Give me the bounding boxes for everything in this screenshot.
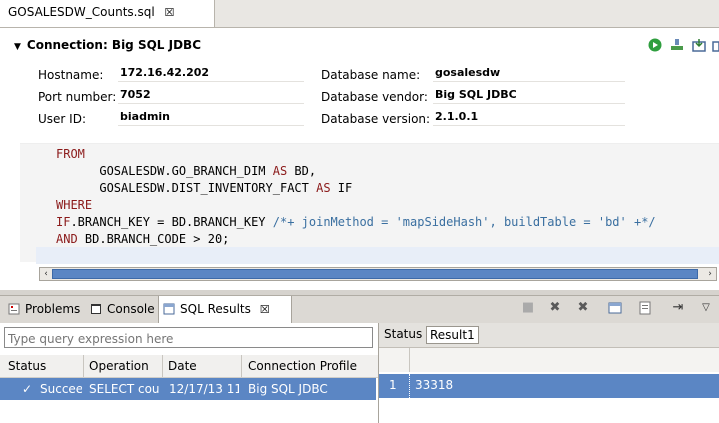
- tab-sql-results-label: SQL Results: [180, 302, 251, 316]
- port-label: Port number:: [38, 90, 117, 104]
- sql-text-area[interactable]: FROM GOSALESDW.GO_BRANCH_DIM AS BD, GOSA…: [20, 143, 719, 262]
- dbvendor-value: Big SQL JDBC: [433, 88, 625, 104]
- column-header-date[interactable]: Date: [168, 359, 197, 373]
- sql-keyword: FROM: [56, 147, 85, 161]
- sql-keyword: AS: [316, 181, 331, 195]
- sql-text: .BRANCH_KEY = BD.BRANCH_KEY: [70, 215, 273, 229]
- row-connection-profile: Big SQL JDBC: [248, 382, 328, 396]
- run-sql-icon[interactable]: [648, 38, 662, 52]
- column-header-connection-profile[interactable]: Connection Profile: [248, 359, 357, 373]
- sql-text: IF: [330, 181, 353, 195]
- collapse-triangle-icon[interactable]: ▼: [14, 42, 21, 52]
- sql-text: GOSALESDW.GO_BRANCH_DIM: [56, 164, 273, 178]
- sql-results-icon: [163, 303, 175, 315]
- sql-keyword: WHERE: [56, 198, 93, 212]
- remove-all-results-icon[interactable]: ✖: [575, 300, 591, 316]
- result-table-header: [379, 348, 719, 372]
- dbname-label: Database name:: [321, 68, 421, 82]
- tab-console-label: Console: [107, 302, 155, 316]
- sql-comment: /*+ joinMethod = 'mapSideHash', buildTab…: [272, 215, 656, 229]
- dbvendor-label: Database vendor:: [321, 90, 428, 104]
- column-header-status[interactable]: Status: [8, 359, 46, 373]
- row-operation: SELECT cou: [89, 382, 160, 396]
- sql-keyword: AND: [56, 232, 78, 246]
- scroll-left-icon[interactable]: ‹: [40, 268, 52, 280]
- export-icon[interactable]: [692, 38, 706, 52]
- pin-icon[interactable]: ⇥: [670, 300, 686, 316]
- row-status: Succee: [40, 382, 82, 396]
- column-header-operation[interactable]: Operation: [89, 359, 149, 373]
- port-value: 7052: [118, 88, 304, 104]
- dbversion-value: 2.1.0.1: [433, 110, 625, 126]
- table-row[interactable]: 1 33318: [379, 374, 719, 398]
- scrollbar-thumb[interactable]: [52, 269, 698, 279]
- sql-code[interactable]: FROM GOSALESDW.GO_BRANCH_DIM AS BD, GOSA…: [56, 146, 656, 248]
- close-tab-icon[interactable]: ☒: [260, 303, 270, 316]
- tab-sql-results[interactable]: SQL Results ☒: [158, 296, 292, 323]
- result-tab-bar: Status Result1: [379, 323, 719, 348]
- sql-keyword: IF: [56, 215, 71, 229]
- scroll-right-icon[interactable]: ›: [704, 268, 716, 280]
- hostname-label: Hostname:: [38, 68, 104, 82]
- tab-console[interactable]: Console: [86, 296, 155, 323]
- editor-tab-label: GOSALESDW_Counts.sql: [8, 5, 155, 19]
- remove-result-icon[interactable]: ✖: [547, 300, 563, 316]
- layout-icon[interactable]: [607, 300, 623, 316]
- document-icon[interactable]: [637, 300, 653, 316]
- console-icon: [91, 304, 101, 314]
- query-filter-input[interactable]: [4, 327, 373, 348]
- close-tab-icon[interactable]: ☒: [165, 6, 175, 19]
- userid-value: biadmin: [118, 110, 304, 126]
- table-row[interactable]: ✓ Succee SELECT cou 12/17/13 11: Big SQL…: [0, 378, 376, 400]
- sql-text: BD.BRANCH_CODE > 20;: [77, 232, 230, 246]
- hostname-value: 172.16.42.202: [118, 66, 304, 82]
- tab-problems[interactable]: Problems: [4, 296, 80, 323]
- sql-text: GOSALESDW.DIST_INVENTORY_FACT: [56, 181, 317, 195]
- userid-label: User ID:: [38, 112, 86, 126]
- history-table-header: Status Operation Date Connection Profile: [0, 355, 378, 378]
- connection-icon[interactable]: [670, 38, 684, 52]
- problems-icon: [8, 303, 20, 315]
- dbversion-label: Database version:: [321, 112, 431, 126]
- row-value: 33318: [415, 378, 454, 392]
- view-menu-icon[interactable]: ▽: [698, 300, 714, 316]
- horizontal-scrollbar[interactable]: ‹ ›: [39, 267, 717, 281]
- dbname-value: gosalesdw: [433, 66, 625, 82]
- editor-tab-sql-file[interactable]: GOSALESDW_Counts.sql ☒: [0, 0, 215, 27]
- tab-problems-label: Problems: [25, 302, 81, 316]
- import-icon[interactable]: [712, 38, 719, 52]
- sql-keyword: AS: [272, 164, 288, 178]
- row-date: 12/17/13 11:: [169, 382, 239, 396]
- row-index: 1: [389, 378, 397, 392]
- sql-text: BD,: [287, 164, 317, 178]
- tab-status[interactable]: Status: [381, 326, 425, 344]
- connection-section-toggle[interactable]: ▼ Connection: Big SQL JDBC: [14, 38, 201, 52]
- stop-icon[interactable]: ■: [520, 300, 536, 316]
- current-line-highlight: [36, 247, 719, 264]
- connection-title: Connection: Big SQL JDBC: [26, 38, 201, 52]
- tab-result1[interactable]: Result1: [426, 326, 479, 344]
